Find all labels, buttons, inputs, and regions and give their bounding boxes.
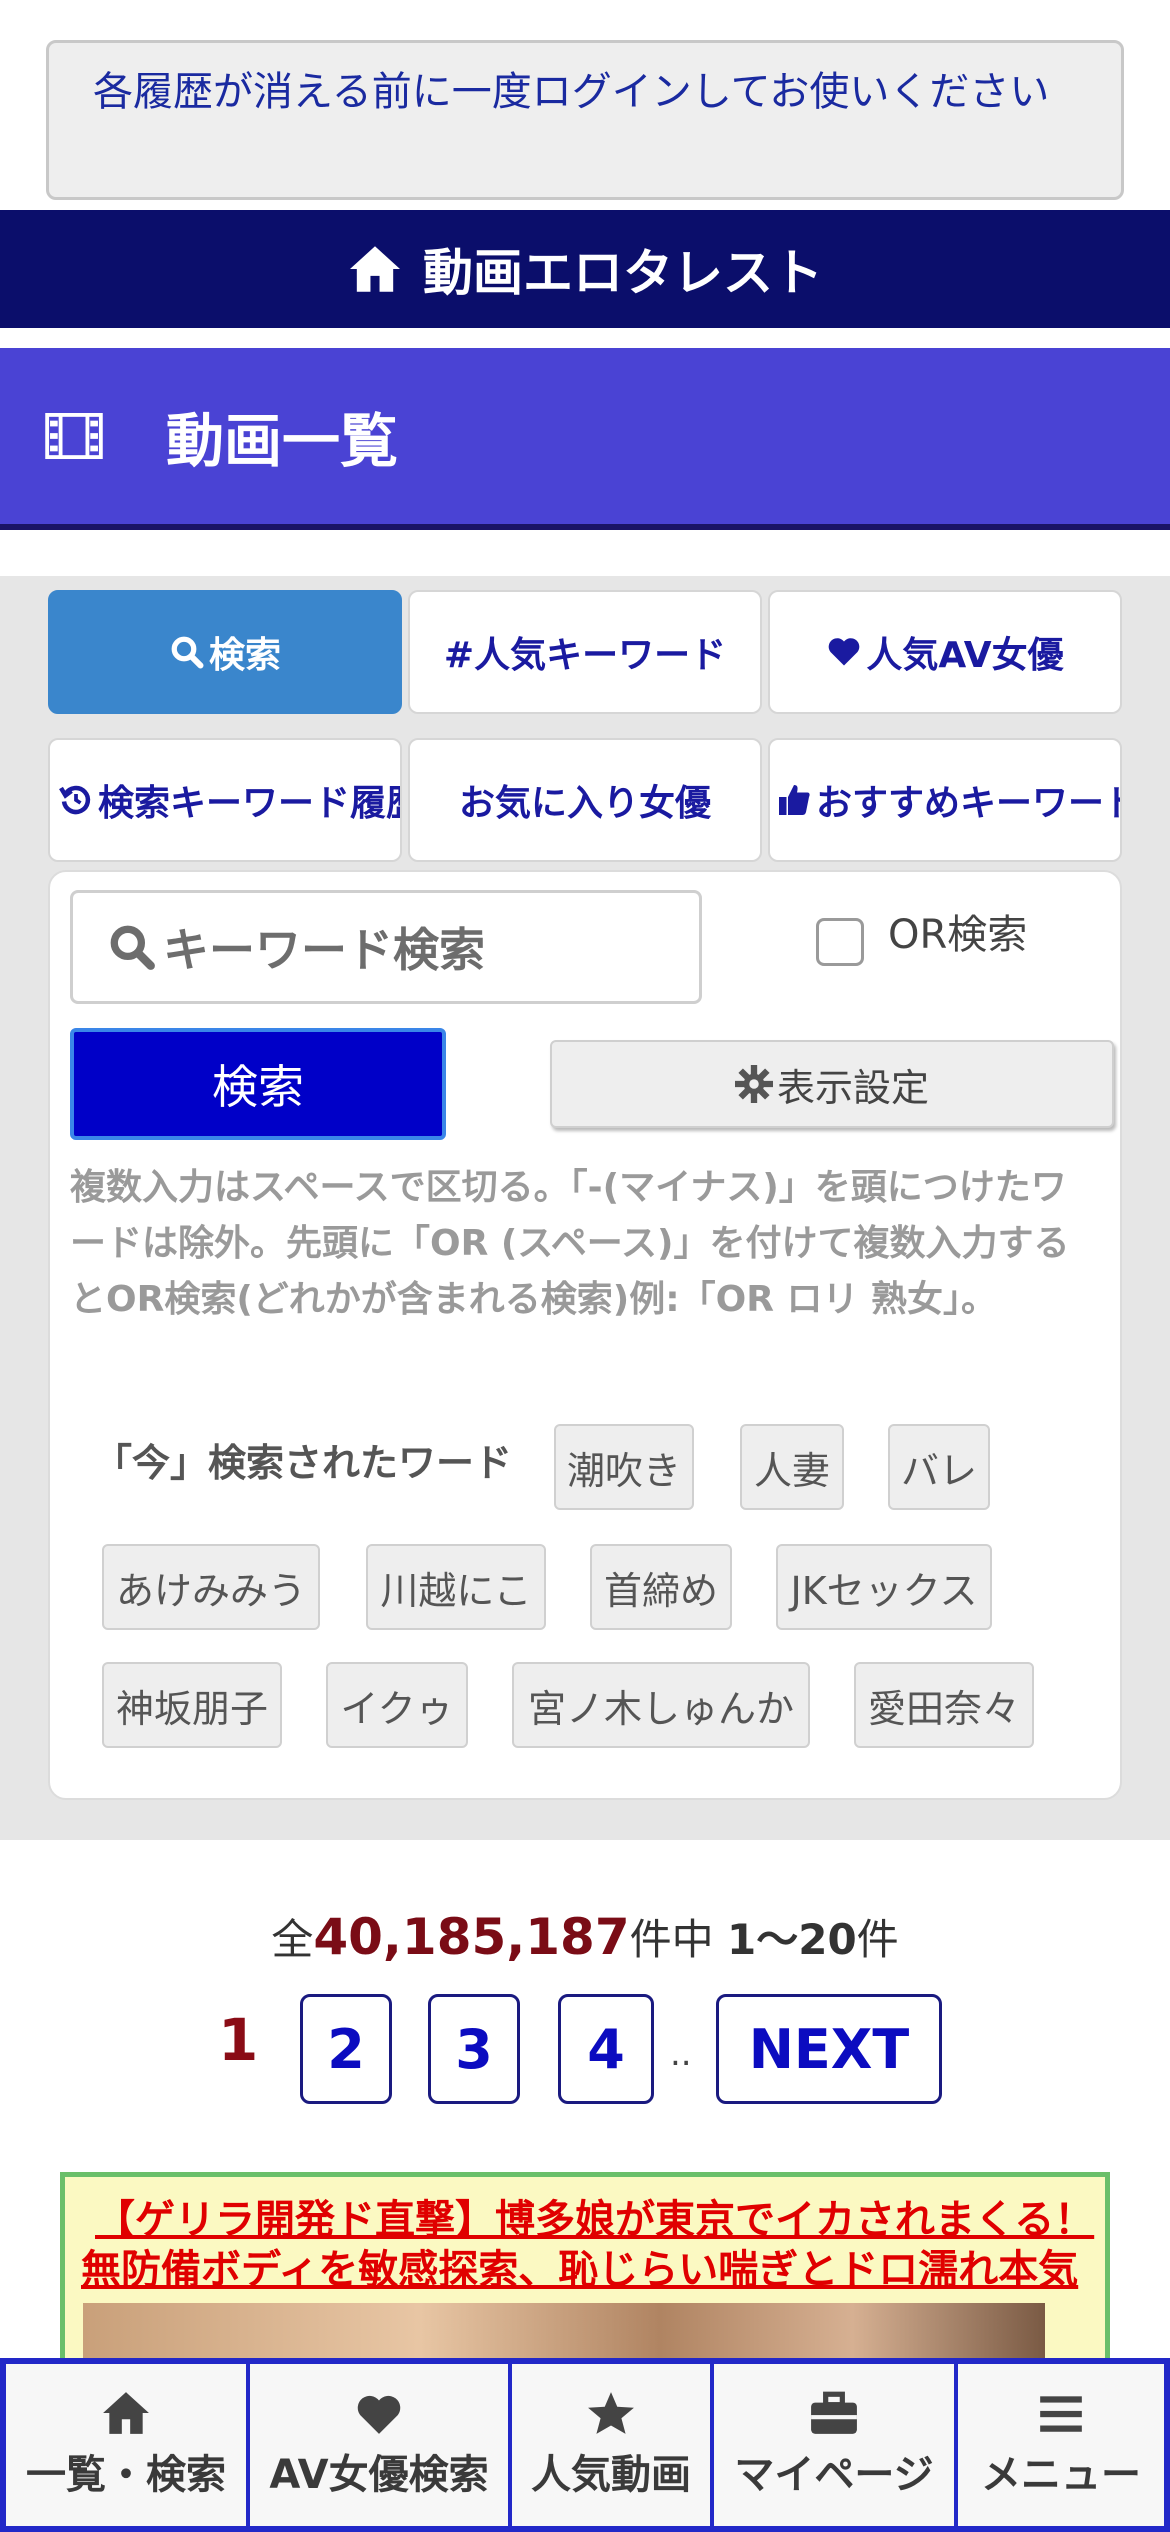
trending-word[interactable]: 神坂朋子 <box>102 1662 282 1748</box>
list-heading-bar: 動画一覧 <box>0 348 1170 530</box>
next-page-button[interactable]: NEXT <box>716 1994 942 2104</box>
home-icon <box>350 246 400 292</box>
heart-icon <box>829 638 860 666</box>
trending-word[interactable]: あけみみう <box>102 1544 320 1630</box>
search-form-box <box>48 870 1122 1800</box>
or-search-checkbox[interactable]: OR検索 <box>816 896 1027 966</box>
or-search-label: OR検索 <box>888 912 1028 958</box>
current-page: 1 <box>218 2006 259 2074</box>
home-icon <box>103 2392 149 2434</box>
result-count: 全40,185,187件中 1〜20件 <box>271 1908 899 1966</box>
result-range: 1〜20 <box>727 1915 857 1964</box>
site-title: 動画エロタレスト <box>423 244 823 302</box>
search-icon <box>171 636 204 669</box>
checkbox-box[interactable] <box>816 918 864 966</box>
page-link[interactable]: 2 <box>300 1994 392 2104</box>
display-settings-button[interactable]: 表示設定 <box>550 1040 1114 1128</box>
film-icon <box>45 413 103 459</box>
nav-actress-search[interactable]: AV女優検索 <box>250 2364 512 2526</box>
site-header[interactable]: 動画エロタレスト <box>0 210 1170 328</box>
trending-word[interactable]: バレ <box>888 1424 990 1510</box>
trending-word[interactable]: 川越にこ <box>366 1544 546 1630</box>
tab-recommended-keywords[interactable]: おすすめキーワード <box>768 738 1122 862</box>
page-link[interactable]: 3 <box>428 1994 520 2104</box>
trending-label: 「今」検索されたワード <box>94 1441 513 1485</box>
gear-icon <box>734 1065 773 1103</box>
heart-icon <box>357 2395 401 2434</box>
tab-popular-actresses[interactable]: 人気AV女優 <box>768 590 1122 714</box>
trending-word[interactable]: 潮吹き <box>554 1424 694 1510</box>
trending-word[interactable]: 首締め <box>590 1544 732 1630</box>
page-title: 動画一覧 <box>166 407 399 475</box>
trending-word[interactable]: 人妻 <box>740 1424 844 1510</box>
bottom-navigation: 一覧・検索 AV女優検索 人気動画 マイページ メニュー <box>0 2358 1170 2532</box>
search-placeholder: キーワード検索 <box>163 923 485 977</box>
trending-word[interactable]: 宮ノ木しゅんか <box>512 1662 810 1748</box>
briefcase-icon <box>811 2391 857 2434</box>
search-help-text: 複数入力はスペースで区切る。「-(マイナス)」を頭につけたワードは除外。先頭に「… <box>70 1167 1070 1320</box>
login-notice: 各履歴が消える前に一度ログインしてお使いください <box>46 40 1124 200</box>
star-icon <box>588 2392 634 2434</box>
nav-menu[interactable]: メニュー <box>958 2364 1164 2526</box>
search-button[interactable]: 検索 <box>70 1028 446 1140</box>
trending-word[interactable]: イクゥ <box>326 1662 468 1748</box>
banner-headline-2[interactable]: 無防備ボディを敏感探索、恥じらい喘ぎとドロ濡れ本気 <box>81 2237 1078 2295</box>
pagination-ellipsis: .. <box>670 2034 692 2074</box>
search-icon <box>110 925 155 970</box>
menu-icon <box>1040 2396 1082 2432</box>
result-total: 40,185,187 <box>313 1908 630 1966</box>
tab-favorite-actresses[interactable]: お気に入り女優 <box>408 738 762 862</box>
tab-search[interactable]: 検索 <box>48 590 402 714</box>
featured-video-banner[interactable]: 【ゲリラ開発ド直撃】博多娘が東京でイカされまくる！ 無防備ボディを敏感探索、恥じ… <box>60 2172 1110 2372</box>
nav-my-page[interactable]: マイページ <box>714 2364 958 2526</box>
search-input[interactable]: キーワード検索 <box>70 890 702 1004</box>
tab-keyword-history[interactable]: 検索キーワード履歴 <box>48 738 402 862</box>
thumbs-up-icon <box>779 785 810 815</box>
page-link[interactable]: 4 <box>558 1994 654 2104</box>
trending-word[interactable]: 愛田奈々 <box>854 1662 1034 1748</box>
history-icon <box>59 785 91 815</box>
trending-word[interactable]: JKセックス <box>776 1544 992 1630</box>
nav-popular-videos[interactable]: 人気動画 <box>512 2364 714 2526</box>
nav-list-search[interactable]: 一覧・検索 <box>6 2364 250 2526</box>
tab-popular-keywords[interactable]: #人気キーワード <box>408 590 762 714</box>
